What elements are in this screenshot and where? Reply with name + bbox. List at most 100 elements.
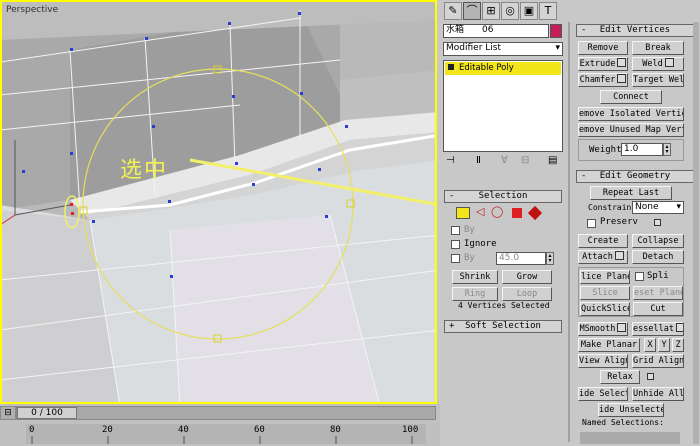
perspective-viewport[interactable]: Perspective 选中 <box>0 0 437 404</box>
cut-button[interactable]: Cut <box>633 302 683 316</box>
chamfer-button[interactable]: Chamfer <box>578 73 628 87</box>
slice-plane-button[interactable]: lice Plane <box>580 270 630 284</box>
annotation-text: 选中 <box>120 158 169 183</box>
object-name-field[interactable]: 水箱 06 <box>443 24 549 38</box>
grid-align-button[interactable]: Grid Align <box>632 354 684 368</box>
configure-sets-icon[interactable]: ▤ <box>548 155 557 166</box>
unhide-all-button[interactable]: Unhide All <box>632 387 684 401</box>
vertex-level-icon[interactable] <box>456 207 470 219</box>
stack-item-editable-poly[interactable]: Editable Poly <box>445 62 561 75</box>
chamfer-settings-icon <box>617 74 627 83</box>
named-selections-area[interactable] <box>580 432 680 444</box>
make-unique-icon[interactable]: ∀ <box>501 155 508 166</box>
quickslice-button[interactable]: QuickSlice <box>580 302 630 316</box>
weight-group: Weight: 1.0 ▴ ▾ <box>578 139 684 161</box>
relax-button[interactable]: Relax <box>600 370 640 384</box>
view-align-button[interactable]: View Align <box>578 354 628 368</box>
edit-geometry-title: Edit Geometry <box>599 171 671 181</box>
selection-rollout-header[interactable]: - Selection <box>444 190 562 203</box>
ignore-backfacing-label: Ignore <box>464 239 497 249</box>
weld-button[interactable]: Weld <box>632 57 684 71</box>
break-button[interactable]: Break <box>632 41 684 55</box>
show-end-result-icon[interactable]: Ⅱ <box>476 155 481 166</box>
time-slider[interactable]: 0 / 100 <box>16 406 436 420</box>
extrude-button[interactable]: Extrude <box>578 57 628 71</box>
track-bar-ticks <box>31 436 413 444</box>
track-bar[interactable]: 0 20 40 60 80 100 <box>26 424 426 444</box>
create-icon[interactable]: ✎ <box>444 2 462 20</box>
connect-button[interactable]: Connect <box>600 90 662 104</box>
element-level-icon[interactable] <box>527 205 543 221</box>
msmooth-settings-icon <box>617 323 627 332</box>
panel-scrollbar[interactable] <box>693 22 699 444</box>
detach-button[interactable]: Detach <box>632 250 684 264</box>
angle-spinner-field[interactable]: 45.0 <box>496 252 546 265</box>
display-icon[interactable]: ▣ <box>520 2 538 20</box>
expand-icon[interactable] <box>448 64 454 70</box>
by-angle-checkbox[interactable] <box>451 254 460 263</box>
timeline-area: ⊟ 0 / 100 0 20 40 60 80 100 <box>0 404 440 446</box>
planar-z-button[interactable]: Z <box>672 338 684 352</box>
hide-unselected-button[interactable]: ide Unselecte <box>598 403 664 417</box>
constraints-dropdown[interactable]: None ▾ <box>632 201 684 214</box>
edit-vertices-rollout-header[interactable]: - Edit Vertices <box>576 24 694 37</box>
object-number: 06 <box>482 25 494 35</box>
polygon-level-icon[interactable] <box>512 208 522 218</box>
by-vertex-label: By <box>464 225 475 235</box>
remove-unused-map-verts-button[interactable]: emove Unused Map Verti <box>578 123 684 137</box>
named-selections-label: Named Selections: <box>582 418 664 427</box>
remove-modifier-icon[interactable]: ⊟ <box>521 155 529 166</box>
hierarchy-icon[interactable]: ⊞ <box>482 2 500 20</box>
slice-button[interactable]: Slice <box>580 286 630 300</box>
border-level-icon[interactable]: ◯ <box>491 206 503 217</box>
extrude-settings-icon <box>617 58 627 67</box>
planar-x-button[interactable]: X <box>644 338 656 352</box>
angle-spinner-arrows[interactable]: ▴ ▾ <box>546 252 554 265</box>
ring-button[interactable]: Ring <box>452 287 498 301</box>
remove-isolated-vertices-button[interactable]: emove Isolated Vertice <box>578 107 684 121</box>
hide-selected-button[interactable]: ide Selecte <box>578 387 628 401</box>
edit-vertices-title: Edit Vertices <box>599 25 671 35</box>
target-weld-button[interactable]: Target Weld <box>632 73 684 87</box>
preserve-uvs-settings-icon[interactable] <box>654 219 661 226</box>
modifier-list-dropdown[interactable]: Modifier List ▾ <box>443 42 563 56</box>
collapse-button[interactable]: Collapse <box>632 234 684 248</box>
msmooth-button[interactable]: MSmooth <box>578 322 628 336</box>
planar-y-button[interactable]: Y <box>658 338 670 352</box>
shrink-button[interactable]: Shrink <box>452 270 498 284</box>
weld-settings-icon <box>664 58 674 67</box>
motion-icon[interactable]: ◎ <box>501 2 519 20</box>
command-panel: ✎ ⌒ ⊞ ◎ ▣ T 水箱 06 Modifier List ▾ Editab… <box>440 0 700 446</box>
soft-selection-rollout-header[interactable]: + Soft Selection <box>444 320 562 333</box>
subobject-level-icons: ◁ ◯ <box>456 205 556 221</box>
chevron-down-icon: ▾ <box>676 202 681 212</box>
by-vertex-checkbox[interactable] <box>451 226 460 235</box>
attach-settings-icon <box>614 251 624 260</box>
attach-button[interactable]: Attach <box>578 250 628 264</box>
utilities-icon[interactable]: T <box>539 2 557 20</box>
tessellate-button[interactable]: essellat <box>632 322 684 336</box>
weight-spinner-arrows[interactable]: ▴ ▾ <box>663 143 671 156</box>
object-color-swatch[interactable] <box>550 24 562 38</box>
split-checkbox[interactable] <box>635 272 644 281</box>
relax-settings-icon[interactable] <box>647 373 654 380</box>
create-button[interactable]: Create <box>578 234 628 248</box>
tessellate-settings-icon <box>675 323 683 332</box>
preserve-uvs-checkbox[interactable] <box>587 219 596 228</box>
modify-icon[interactable]: ⌒ <box>463 2 481 20</box>
mini-curve-editor-icon[interactable]: ⊟ <box>0 406 16 420</box>
stack-controls: ⊣ Ⅱ ∀ ⊟ ▤ <box>446 155 564 169</box>
remove-button[interactable]: Remove <box>578 41 628 55</box>
weight-spinner-field[interactable]: 1.0 <box>621 143 663 156</box>
time-slider-thumb[interactable]: 0 / 100 <box>17 407 77 419</box>
make-planar-button[interactable]: Make Planar <box>578 338 640 352</box>
grow-button[interactable]: Grow <box>502 270 552 284</box>
edit-geometry-rollout-header[interactable]: - Edit Geometry <box>576 170 694 183</box>
edge-level-icon[interactable]: ◁ <box>476 206 484 217</box>
pin-stack-icon[interactable]: ⊣ <box>446 155 455 166</box>
loop-button[interactable]: Loop <box>502 287 552 301</box>
reset-plane-button[interactable]: eset Plane <box>633 286 683 300</box>
ignore-backfacing-checkbox[interactable] <box>451 240 460 249</box>
viewport-label[interactable]: Perspective <box>6 5 58 15</box>
repeat-last-button[interactable]: Repeat Last <box>590 186 672 200</box>
